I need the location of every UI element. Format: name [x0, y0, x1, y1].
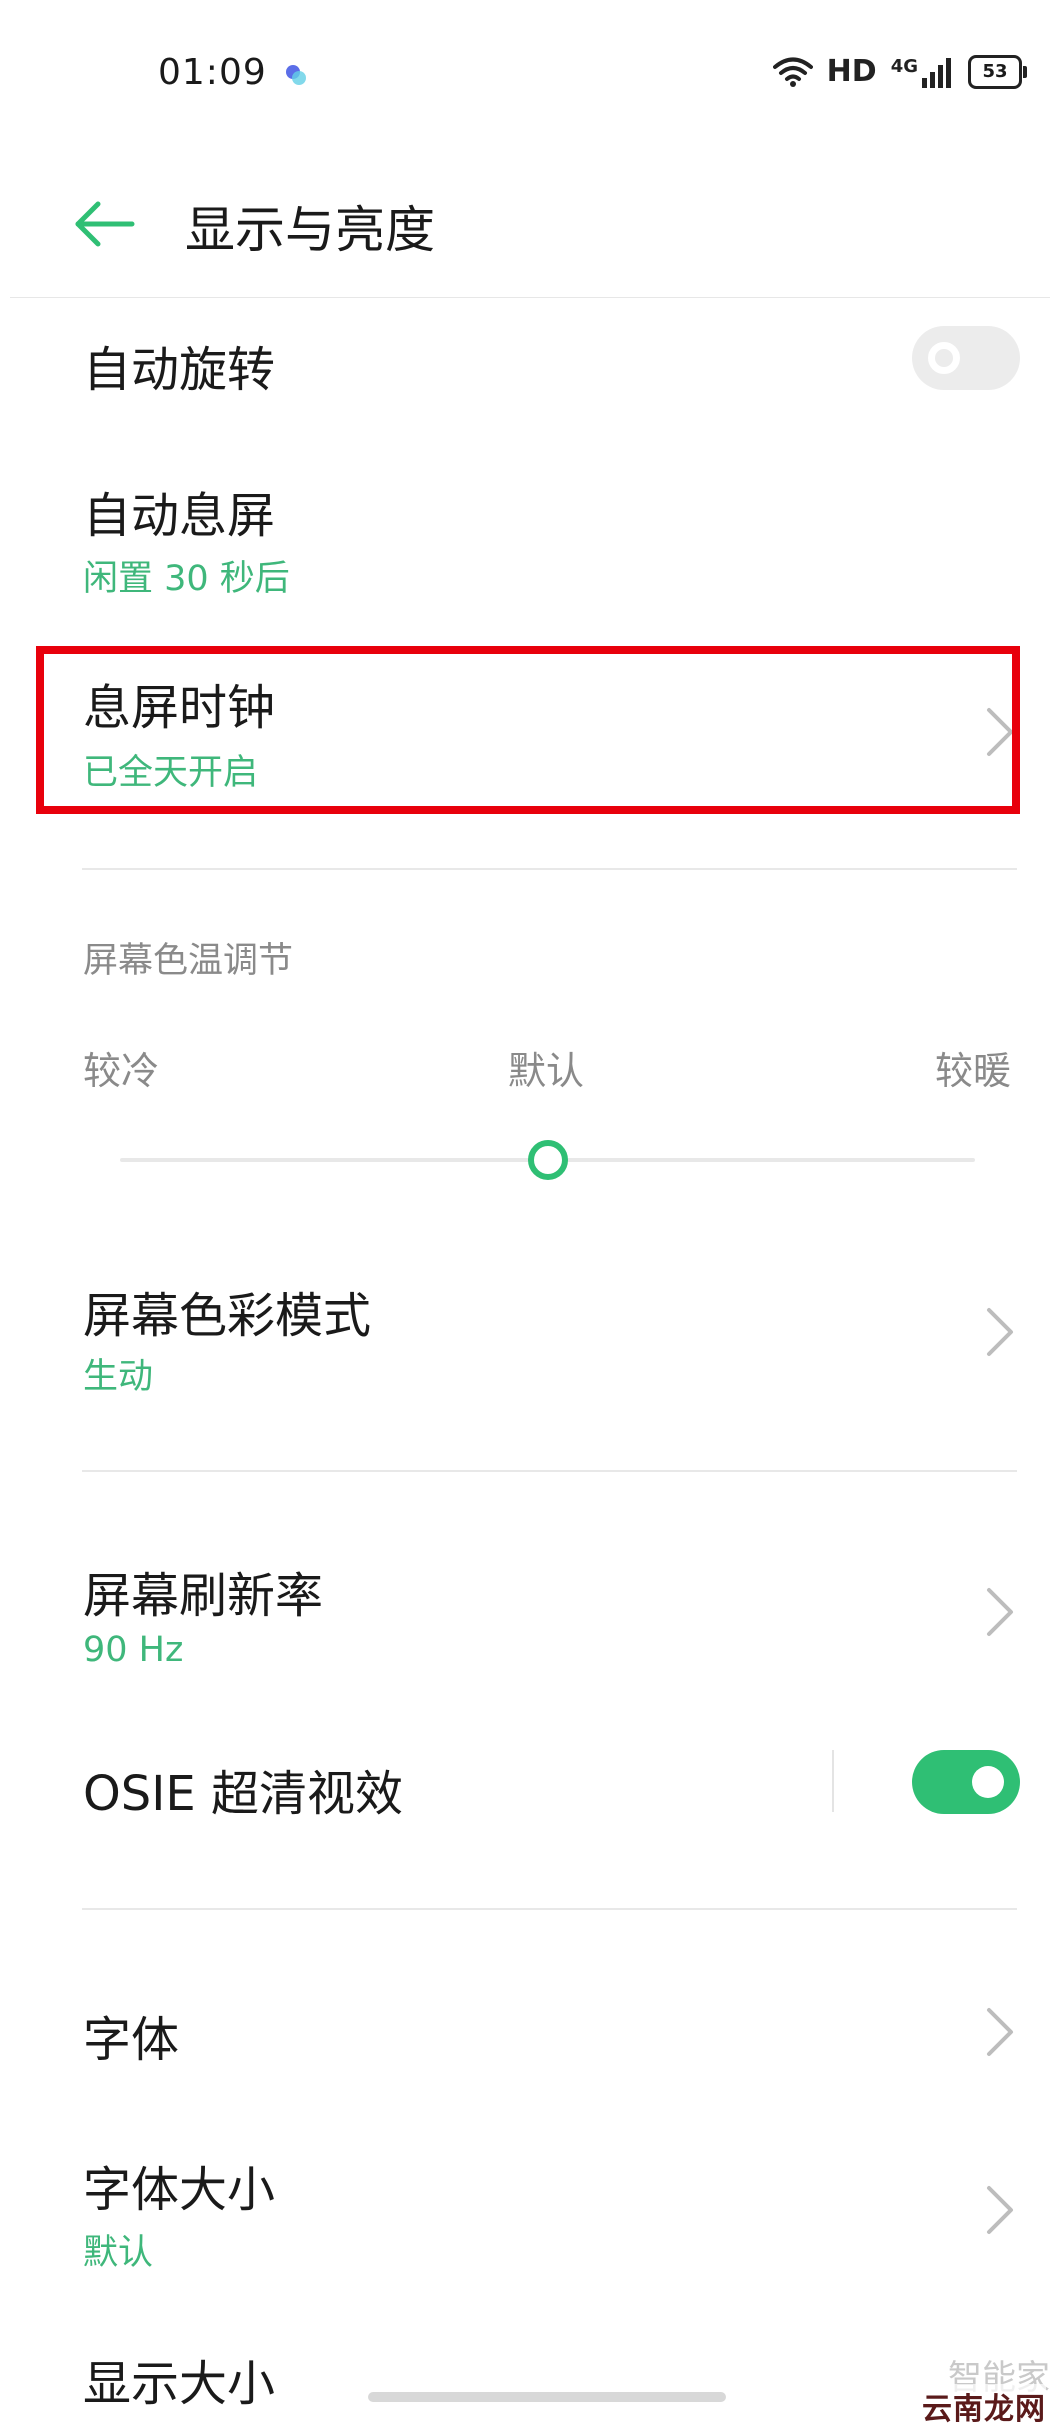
color-temp-section-title: 屏幕色温调节 [83, 941, 294, 981]
section-divider [82, 1470, 1017, 1472]
color-temp-slider-thumb[interactable] [528, 1140, 568, 1180]
chevron-right-icon [987, 1308, 1013, 1356]
hd-label: HD [826, 54, 877, 89]
slider-label-default: 默认 [508, 1049, 585, 1093]
status-indicators: HD 4G 53 [772, 54, 1027, 89]
osie-toggle[interactable] [912, 1750, 1020, 1814]
refresh-rate-value: 90 Hz [83, 1630, 184, 1670]
auto-screen-off-title: 自动息屏 [83, 488, 276, 544]
chevron-right-icon [987, 1588, 1013, 1636]
home-indicator[interactable] [368, 2392, 726, 2402]
chevron-right-icon [987, 2186, 1013, 2234]
header-divider [10, 297, 1050, 298]
font-size-title: 字体大小 [83, 2162, 276, 2218]
page-title: 显示与亮度 [185, 201, 435, 259]
status-time: 01:09 [158, 52, 267, 93]
wifi-icon [772, 57, 813, 87]
toggle-knob [972, 1766, 1004, 1798]
chevron-right-icon [987, 2008, 1013, 2056]
auto-rotate-toggle[interactable] [912, 326, 1020, 390]
color-mode-title: 屏幕色彩模式 [83, 1288, 372, 1344]
toggle-knob [928, 342, 960, 374]
auto-rotate-title: 自动旋转 [83, 342, 276, 398]
auto-screen-off-value: 闲置 30 秒后 [83, 559, 290, 599]
slider-label-cold: 较冷 [83, 1049, 160, 1093]
font-size-value: 默认 [83, 2233, 154, 2273]
highlight-annotation-box [36, 646, 1020, 814]
section-divider [82, 1908, 1017, 1910]
font-title: 字体 [83, 2012, 180, 2068]
color-mode-value: 生动 [83, 1357, 154, 1397]
display-size-title: 显示大小 [83, 2356, 276, 2412]
osie-title: OSIE 超清视效 [83, 1766, 403, 1822]
cellular-signal: 4G [891, 56, 954, 88]
watermark-logo-text: 云南龙网 [922, 2384, 1046, 2428]
signal-bars-icon [922, 57, 951, 88]
refresh-rate-title: 屏幕刷新率 [83, 1568, 324, 1624]
back-arrow-icon[interactable] [70, 194, 140, 254]
battery-icon: 53 [968, 54, 1027, 89]
toggle-separator [832, 1750, 834, 1812]
network-type-label: 4G [890, 55, 918, 77]
assistant-dot-icon [286, 65, 306, 85]
section-divider [82, 868, 1017, 870]
slider-label-warm: 较暖 [935, 1049, 1012, 1093]
